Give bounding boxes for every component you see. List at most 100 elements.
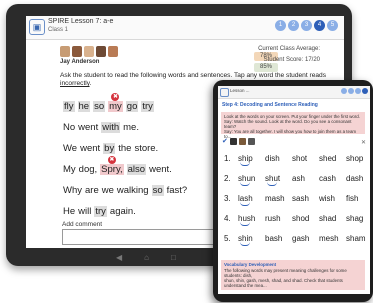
- small-app-header: Lesson ...: [218, 86, 370, 99]
- word-cell[interactable]: shod: [292, 214, 319, 223]
- word-cell[interactable]: ash: [292, 174, 319, 183]
- word[interactable]: fast?: [167, 185, 188, 196]
- app-logo-icon[interactable]: ▣: [29, 19, 45, 35]
- tablet-small: Lesson ... Step 4: Decoding and Sentence…: [213, 80, 373, 302]
- toolbar: ✔: [222, 138, 255, 145]
- lesson-title: SPIRE Lesson 7: a-e: [48, 18, 114, 25]
- word-cell[interactable]: lash: [238, 194, 265, 206]
- word-cell[interactable]: shag: [346, 214, 370, 223]
- sentence-row: fly he so my ✖ go try: [63, 93, 157, 112]
- image-icon[interactable]: [238, 138, 246, 145]
- word[interactable]: went.: [149, 164, 172, 175]
- avatar[interactable]: [60, 46, 70, 57]
- home-icon[interactable]: ⌂: [144, 253, 149, 262]
- student-score-row: Student Score: 17/2085%: [254, 57, 344, 72]
- avatar[interactable]: [96, 46, 106, 57]
- vocabulary-panel: Vocabulary Development The following wor…: [221, 260, 365, 290]
- word-incorrect[interactable]: Spry, ✖: [100, 156, 124, 175]
- word[interactable]: walking: [117, 185, 149, 196]
- step-button[interactable]: 4: [314, 20, 325, 31]
- word-cell[interactable]: sham: [346, 234, 370, 243]
- app-logo-icon[interactable]: [220, 88, 229, 97]
- avatar[interactable]: [84, 46, 94, 57]
- image-icon[interactable]: [247, 138, 255, 145]
- word[interactable]: so: [93, 101, 106, 112]
- word-cell[interactable]: dash: [346, 174, 370, 183]
- small-lesson-label: Lesson ...: [230, 88, 250, 93]
- step-button[interactable]: 5: [327, 20, 338, 31]
- word[interactable]: so: [151, 185, 164, 196]
- word[interactable]: with: [101, 122, 121, 133]
- word-cell[interactable]: bash: [265, 234, 292, 243]
- word-cell[interactable]: shop: [346, 154, 370, 163]
- close-icon[interactable]: ✕: [361, 139, 366, 146]
- word[interactable]: try: [141, 101, 154, 112]
- student-name: Jay Anderson: [60, 59, 100, 65]
- sentence-row: He will try again.: [63, 206, 139, 217]
- word[interactable]: He: [63, 206, 75, 217]
- word-cell[interactable]: fish: [346, 194, 370, 203]
- word-cell[interactable]: hush: [238, 214, 265, 226]
- word-cell[interactable]: shot: [292, 154, 319, 163]
- word-row: 4. hush rush shod shad shag: [224, 214, 370, 226]
- avatar[interactable]: [72, 46, 82, 57]
- check-icon[interactable]: ✔: [222, 138, 228, 145]
- step-button[interactable]: 2: [288, 20, 299, 31]
- word-incorrect[interactable]: my ✖: [108, 93, 123, 112]
- word[interactable]: he: [77, 101, 91, 112]
- row-number: 5.: [224, 234, 231, 243]
- back-icon[interactable]: ◀: [116, 253, 122, 262]
- avatar[interactable]: [108, 46, 118, 57]
- word-cell[interactable]: shut: [265, 174, 292, 186]
- word[interactable]: go: [125, 101, 139, 112]
- word[interactable]: also: [126, 164, 147, 175]
- word[interactable]: the: [118, 143, 131, 154]
- word-cell[interactable]: shed: [319, 154, 346, 163]
- word[interactable]: we: [102, 185, 114, 196]
- student-avatars: [60, 46, 118, 57]
- word-cell[interactable]: ship: [238, 154, 265, 166]
- phonics-mark: [267, 182, 277, 186]
- word[interactable]: again.: [110, 206, 136, 217]
- word[interactable]: are: [85, 185, 99, 196]
- word-cell[interactable]: rush: [265, 214, 292, 223]
- word-cell[interactable]: gash: [292, 234, 319, 243]
- word[interactable]: will: [78, 206, 91, 217]
- recent-apps-icon[interactable]: □: [171, 253, 176, 262]
- sentence-row: My dog, Spry, ✖ also went.: [63, 156, 175, 175]
- step-nav: 12345: [275, 20, 338, 31]
- step-dot[interactable]: [362, 88, 368, 94]
- word[interactable]: We: [63, 143, 77, 154]
- class-name: Class 1: [48, 27, 69, 33]
- word-cell[interactable]: shun: [238, 174, 265, 186]
- word[interactable]: dog,: [79, 164, 98, 175]
- step-dot[interactable]: [341, 88, 347, 94]
- word[interactable]: fly: [63, 101, 75, 112]
- word[interactable]: me.: [123, 122, 139, 133]
- app-header: ▣ SPIRE Lesson 7: a-e Class 1 12345: [26, 16, 344, 40]
- word-cell[interactable]: mash: [265, 194, 292, 203]
- word-row: 1. ship dish shot shed shop: [224, 154, 370, 166]
- phonics-mark: [240, 202, 250, 206]
- step-button[interactable]: 3: [301, 20, 312, 31]
- step-dot[interactable]: [355, 88, 361, 94]
- word-cell[interactable]: wish: [319, 194, 346, 203]
- word[interactable]: went: [78, 122, 98, 133]
- word[interactable]: try: [94, 206, 107, 217]
- word[interactable]: Why: [63, 185, 82, 196]
- word[interactable]: store.: [134, 143, 158, 154]
- image-icon[interactable]: [229, 138, 237, 145]
- word-cell[interactable]: sash: [292, 194, 319, 203]
- word-cell[interactable]: dish: [265, 154, 292, 163]
- word-cell[interactable]: cash: [319, 174, 346, 183]
- word-cell[interactable]: shin: [238, 234, 265, 246]
- word[interactable]: No: [63, 122, 75, 133]
- word[interactable]: by: [103, 143, 116, 154]
- word[interactable]: went: [80, 143, 100, 154]
- word-cell[interactable]: mesh: [319, 234, 346, 243]
- step-dot[interactable]: [348, 88, 354, 94]
- step-button[interactable]: 1: [275, 20, 286, 31]
- word[interactable]: My: [63, 164, 76, 175]
- word-cell[interactable]: shad: [319, 214, 346, 223]
- row-number: 3.: [224, 194, 231, 203]
